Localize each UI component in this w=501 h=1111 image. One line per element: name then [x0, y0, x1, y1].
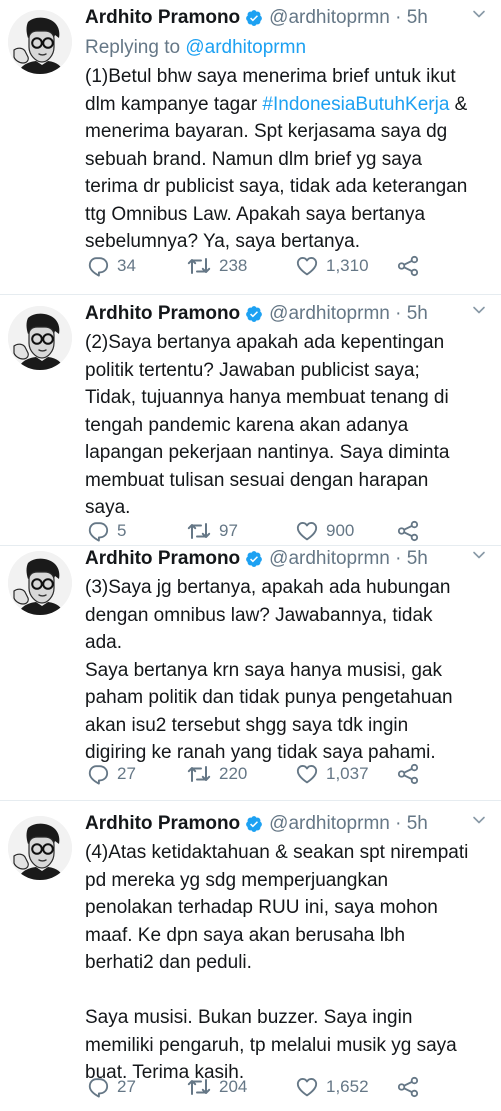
verified-badge-icon	[245, 815, 263, 833]
chevron-down-icon[interactable]	[471, 812, 487, 828]
retweet-button[interactable]: 204	[187, 1074, 247, 1100]
chevron-down-icon[interactable]	[471, 547, 487, 563]
reply-count: 27	[117, 1077, 136, 1096]
tweet-actions: 5 97 900	[85, 518, 445, 544]
heart-icon	[296, 1076, 318, 1098]
tweet-text: (4)Atas ketidaktahuan & seakan spt nirem…	[85, 842, 469, 1083]
share-icon	[397, 255, 419, 277]
retweet-icon	[187, 519, 211, 543]
retweet-count: 220	[219, 764, 248, 783]
reply-button[interactable]: 27	[87, 1074, 136, 1100]
tweet-text: (2)Saya bertanya apakah ada kepentingan …	[85, 332, 450, 518]
retweet-count: 204	[219, 1077, 248, 1096]
reply-count: 34	[117, 256, 136, 275]
like-count: 900	[326, 521, 355, 540]
avatar[interactable]	[8, 816, 72, 880]
reply-count: 27	[117, 764, 136, 783]
hashtag-link[interactable]: #IndonesiaButuhKerja	[262, 94, 449, 115]
heart-icon	[296, 763, 318, 785]
like-button[interactable]: 900	[296, 518, 354, 544]
author-name[interactable]: Ardhito Pramono	[85, 302, 240, 326]
share-icon	[397, 1076, 419, 1098]
divider	[0, 294, 501, 295]
verified-badge-icon	[245, 550, 263, 568]
author-handle-time[interactable]: @ardhitoprmn · 5h	[269, 6, 428, 30]
retweet-icon	[187, 1075, 211, 1099]
share-icon	[397, 763, 419, 785]
tweet-text: (3)Saya jg bertanya, apakah ada hubungan…	[85, 577, 453, 763]
share-button[interactable]	[397, 253, 427, 279]
author-name[interactable]: Ardhito Pramono	[85, 812, 240, 836]
retweet-icon	[187, 762, 211, 786]
retweet-icon	[187, 254, 211, 278]
retweet-count: 97	[219, 521, 238, 540]
avatar-image-icon	[8, 10, 72, 74]
replying-to-label: Replying to	[85, 37, 181, 58]
like-count: 1,037	[326, 764, 369, 783]
share-button[interactable]	[397, 1074, 427, 1100]
tweet-actions: 27 220 1,037	[85, 761, 445, 787]
author-name[interactable]: Ardhito Pramono	[85, 547, 240, 571]
avatar[interactable]	[8, 306, 72, 370]
retweet-button[interactable]: 220	[187, 761, 247, 787]
replying-to-handle[interactable]: @ardhitoprmn	[185, 37, 306, 58]
chevron-down-icon[interactable]	[471, 6, 487, 22]
share-icon	[397, 520, 419, 542]
like-button[interactable]: 1,310	[296, 253, 369, 279]
tweet-text: (1)Betul bhw saya menerima brief untuk i…	[85, 63, 495, 256]
like-count: 1,310	[326, 256, 369, 275]
author-handle-time[interactable]: @ardhitoprmn · 5h	[269, 812, 428, 836]
reply-icon	[87, 1076, 109, 1098]
divider	[0, 545, 501, 546]
retweet-button[interactable]: 238	[187, 253, 247, 279]
tweet-actions: 27 204 1,652	[85, 1074, 445, 1100]
replying-to: Replying to @ardhitoprmn	[85, 36, 495, 60]
avatar[interactable]	[8, 551, 72, 615]
chevron-down-icon[interactable]	[471, 302, 487, 318]
reply-icon	[87, 255, 109, 277]
author-handle-time[interactable]: @ardhitoprmn · 5h	[269, 302, 428, 326]
reply-count: 5	[117, 521, 127, 540]
retweet-button[interactable]: 97	[187, 518, 238, 544]
like-count: 1,652	[326, 1077, 369, 1096]
reply-button[interactable]: 27	[87, 761, 136, 787]
avatar-image-icon	[8, 306, 72, 370]
share-button[interactable]	[397, 761, 427, 787]
tweet-text-part: & menerima bayaran. Spt kerjasama saya d…	[85, 93, 468, 253]
divider	[0, 800, 501, 801]
reply-button[interactable]: 34	[87, 253, 136, 279]
like-button[interactable]: 1,037	[296, 761, 369, 787]
retweet-count: 238	[219, 256, 248, 275]
reply-icon	[87, 520, 109, 542]
author-name[interactable]: Ardhito Pramono	[85, 6, 240, 30]
verified-badge-icon	[245, 305, 263, 323]
like-button[interactable]: 1,652	[296, 1074, 369, 1100]
heart-icon	[296, 520, 318, 542]
share-button[interactable]	[397, 518, 427, 544]
avatar-image-icon	[8, 551, 72, 615]
author-handle-time[interactable]: @ardhitoprmn · 5h	[269, 547, 428, 571]
reply-button[interactable]: 5	[87, 518, 126, 544]
heart-icon	[296, 255, 318, 277]
avatar-image-icon	[8, 816, 72, 880]
verified-badge-icon	[245, 9, 263, 27]
reply-icon	[87, 763, 109, 785]
tweet-actions: 34 238 1,310	[85, 253, 445, 279]
avatar[interactable]	[8, 10, 72, 74]
